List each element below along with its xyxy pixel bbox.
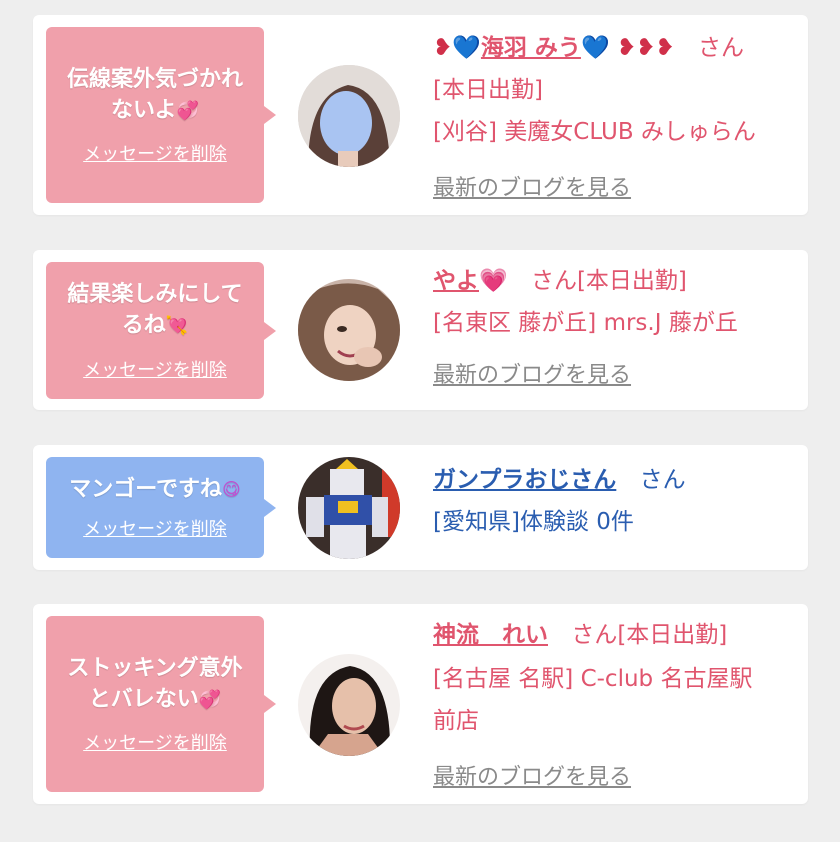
view-blog-link[interactable]: 最新のブログを見る [433,176,631,201]
hearts-trail-icon: ❥❥❥ [609,35,675,61]
message-text: マンゴーですね😋 [69,476,241,502]
hearts-emoji-icon: 💞 [176,100,199,122]
blue-heart-icon: 💙 [452,35,481,61]
profile-info: やよ💗 さん[本日出勤] [名東区 藤が丘] mrs.J 藤が丘 最新のブログを… [433,260,798,397]
avatar[interactable] [298,279,400,381]
message-bubble: マンゴーですね😋 メッセージを削除 [46,457,276,558]
profile-name-link[interactable]: 海羽 みう [481,35,581,61]
profile-name-link[interactable]: やよ [433,268,479,294]
honorific-label: さん [698,35,745,61]
message-bubble: 伝線案外気づかれ ないよ💞 メッセージを削除 [46,27,276,203]
message-text: ストッキング意外 とバレない💞 [67,655,243,712]
heart-arrow-emoji-icon: 💘 [165,315,189,337]
avatar[interactable] [298,65,400,167]
sparkle-hearts-icon: ❥ [433,35,453,61]
avatar[interactable] [298,654,400,756]
delete-message-link[interactable]: メッセージを削除 [83,356,227,382]
avatar[interactable] [298,457,400,559]
honorific-label: さん [571,622,618,648]
message-text: 結果楽しみにして るね💘 [67,282,243,339]
gundam-model-avatar-icon [298,457,400,559]
shop-name: [名古屋 名駅] C-club 名古屋駅 前店 [433,666,753,734]
blurred-face-avatar-icon [298,65,400,167]
delete-message-link[interactable]: メッセージを削除 [83,140,227,166]
message-bubble: 結果楽しみにして るね💘 メッセージを削除 [46,262,276,399]
profile-info: 神流 れい さん[本日出勤] [名古屋 名駅] C-club 名古屋駅 前店 最… [433,614,798,799]
shop-name: [名東区 藤が丘] mrs.J 藤が丘 [433,310,738,336]
review-count: [愛知県]体験談 0件 [433,509,634,535]
woman-avatar-icon [298,279,400,381]
woman-avatar-icon [298,654,400,756]
message-card: 伝線案外気づかれ ないよ💞 メッセージを削除 ❥💙海羽 みう💙 ❥❥❥ さん [… [33,15,808,215]
profile-info: ❥💙海羽 みう💙 ❥❥❥ さん [本日出勤] [刈谷] 美魔女CLUB みしゅら… [433,27,798,210]
delete-message-link[interactable]: メッセージを削除 [83,515,227,541]
blue-heart-icon: 💙 [580,35,610,61]
profile-info: ガンプラおじさん さん [愛知県]体験談 0件 [433,459,798,543]
attendance-status: [本日出勤] [617,622,728,648]
attendance-status: [本日出勤] [433,77,543,103]
honorific-label: さん [639,467,686,493]
message-text: 伝線案外気づかれ ないよ💞 [66,66,243,123]
view-blog-link[interactable]: 最新のブログを見る [433,363,631,388]
message-card: 結果楽しみにして るね💘 メッセージを削除 やよ💗 さん[本日出勤] [名東区 … [33,250,808,410]
message-bubble: ストッキング意外 とバレない💞 メッセージを削除 [46,616,276,792]
view-blog-link[interactable]: 最新のブログを見る [433,765,631,790]
delete-message-link[interactable]: メッセージを削除 [83,729,227,755]
shop-name: [刈谷] 美魔女CLUB みしゅらん [433,119,756,145]
smiling-face-emoji-icon: 😋 [221,479,241,501]
honorific-label: さん [530,268,577,294]
message-card: マンゴーですね😋 メッセージを削除 ガンプラおじさん さん [愛知県]体験談 0… [33,445,808,570]
message-card: ストッキング意外 とバレない💞 メッセージを削除 神流 れい さん[本日出勤] … [33,604,808,804]
sparkling-heart-icon: 💗 [479,268,508,294]
hearts-emoji-icon: 💞 [198,689,222,711]
profile-name-link[interactable]: ガンプラおじさん [433,467,616,493]
attendance-status: [本日出勤] [576,268,687,294]
profile-name-link[interactable]: 神流 れい [433,622,548,648]
